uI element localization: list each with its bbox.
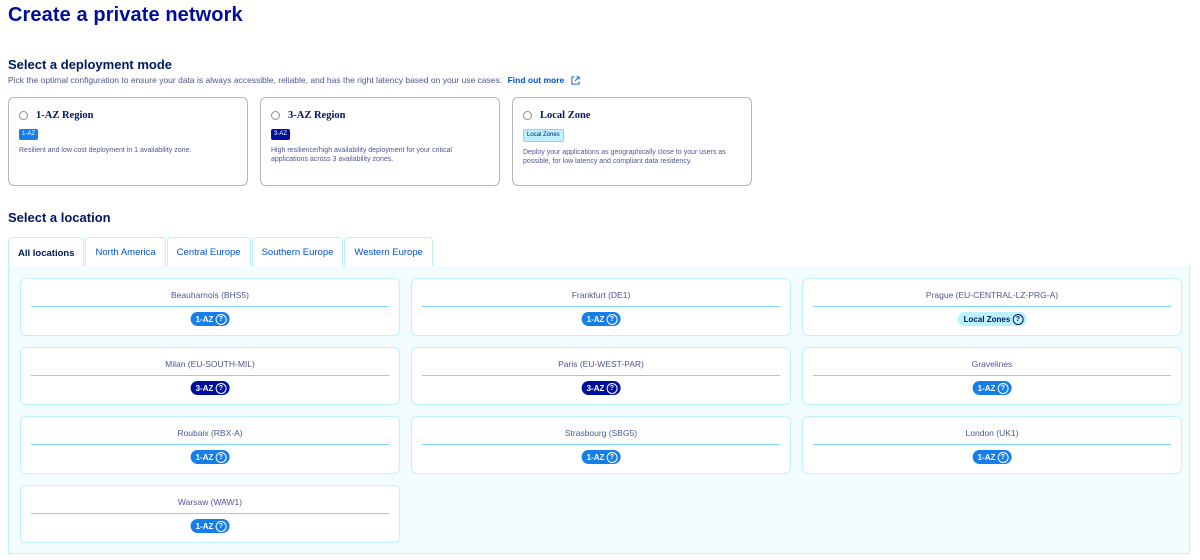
- badge-label: 1-AZ: [586, 452, 605, 462]
- deployment-section-title: Select a deployment mode: [8, 57, 172, 72]
- mode-name: Local Zone: [540, 109, 591, 121]
- tab-central-europe[interactable]: Central Europe: [166, 237, 251, 267]
- find-out-more-link[interactable]: Find out more: [508, 75, 580, 85]
- location-name: Strasbourg (SBG5): [564, 428, 638, 438]
- mode-card-3az[interactable]: 3-AZ Region 3-AZ High resilience/high av…: [260, 97, 500, 186]
- location-card-paris[interactable]: Paris (EU-WEST-PAR) 3-AZ?: [411, 347, 791, 405]
- badge-label: 1-AZ: [195, 314, 214, 324]
- mode-name: 3-AZ Region: [288, 109, 346, 121]
- badge-label: 3-AZ: [586, 383, 605, 393]
- location-name: Warsaw (WAW1): [177, 497, 243, 507]
- divider: [813, 375, 1171, 376]
- page-title: Create a private network: [8, 4, 243, 26]
- mode-card-local-zone[interactable]: Local Zone Local Zones Deploy your appli…: [512, 97, 752, 186]
- location-card-warsaw[interactable]: Warsaw (WAW1) 1-AZ?: [20, 485, 400, 543]
- help-circle-icon[interactable]: ?: [215, 382, 227, 394]
- mode-name: 1-AZ Region: [36, 109, 94, 121]
- badge-label: 3-AZ: [195, 383, 214, 393]
- location-panel: Beauharnois (BHS5) 1-AZ? Frankfurt (DE1)…: [8, 266, 1190, 554]
- location-name: London (UK1): [965, 428, 1019, 438]
- location-badge: 3-AZ?: [190, 381, 230, 395]
- location-card-strasbourg[interactable]: Strasbourg (SBG5) 1-AZ?: [411, 416, 791, 474]
- badge-label: 1-AZ: [977, 383, 996, 393]
- mode-description: Resilient and low cost deployment in 1 a…: [19, 147, 192, 154]
- location-badge: 1-AZ?: [972, 450, 1012, 464]
- mode-card-1az[interactable]: 1-AZ Region 1-AZ Resilient and low cost …: [8, 97, 248, 186]
- badge-label: Local Zones: [963, 314, 1011, 324]
- location-name: Paris (EU-WEST-PAR): [558, 359, 644, 369]
- help-circle-icon[interactable]: ?: [215, 451, 227, 463]
- divider: [31, 306, 389, 307]
- tab-all-locations[interactable]: All locations: [8, 237, 85, 268]
- location-name: Gravelines: [971, 359, 1013, 369]
- mode-radio-3az[interactable]: [271, 110, 280, 120]
- divider: [31, 444, 389, 445]
- divider: [422, 306, 780, 307]
- mode-badge-1az: 1-AZ: [19, 129, 39, 140]
- tab-southern-europe[interactable]: Southern Europe: [251, 237, 344, 267]
- help-circle-icon[interactable]: ?: [997, 451, 1009, 463]
- location-badge: 1-AZ?: [190, 519, 230, 533]
- location-badge: Local Zones?: [957, 312, 1027, 326]
- tab-western-europe[interactable]: Western Europe: [344, 237, 433, 267]
- divider: [422, 375, 780, 376]
- location-name: Roubaix (RBX-A): [177, 428, 243, 438]
- mode-description: High resilience/high availability deploy…: [271, 147, 452, 163]
- location-section-title: Select a location: [8, 210, 111, 225]
- location-tabs: All locations North America Central Euro…: [8, 237, 434, 268]
- location-badge: 1-AZ?: [581, 450, 621, 464]
- location-card-gravelines[interactable]: Gravelines 1-AZ?: [802, 347, 1182, 405]
- deployment-subtitle-text: Pick the optimal configuration to ensure…: [8, 75, 503, 85]
- mode-description: Deploy your applications as geographical…: [523, 149, 726, 165]
- mode-badge-local-zones: Local Zones: [523, 129, 564, 142]
- help-circle-icon[interactable]: ?: [1012, 313, 1024, 325]
- help-circle-icon[interactable]: ?: [606, 313, 618, 325]
- mode-radio-local-zone[interactable]: [523, 110, 532, 120]
- location-card-beauharnois[interactable]: Beauharnois (BHS5) 1-AZ?: [20, 278, 400, 336]
- help-circle-icon[interactable]: ?: [215, 313, 227, 325]
- deployment-subtitle: Pick the optimal configuration to ensure…: [8, 75, 580, 85]
- find-out-more-label: Find out more: [507, 75, 565, 85]
- location-card-frankfurt[interactable]: Frankfurt (DE1) 1-AZ?: [411, 278, 791, 336]
- badge-label: 1-AZ: [195, 452, 214, 462]
- divider: [31, 513, 389, 514]
- badge-label: 1-AZ: [977, 452, 996, 462]
- location-card-london[interactable]: London (UK1) 1-AZ?: [802, 416, 1182, 474]
- help-circle-icon[interactable]: ?: [997, 382, 1009, 394]
- location-badge: 1-AZ?: [190, 312, 230, 326]
- location-card-milan[interactable]: Milan (EU-SOUTH-MIL) 3-AZ?: [20, 347, 400, 405]
- location-card-roubaix[interactable]: Roubaix (RBX-A) 1-AZ?: [20, 416, 400, 474]
- divider: [422, 444, 780, 445]
- divider: [813, 306, 1171, 307]
- help-circle-icon[interactable]: ?: [215, 520, 227, 532]
- mode-badge-3az: 3-AZ: [271, 129, 291, 140]
- location-badge: 1-AZ?: [972, 381, 1012, 395]
- badge-label: 1-AZ: [586, 314, 605, 324]
- badge-label: 1-AZ: [195, 521, 214, 531]
- location-badge: 3-AZ?: [581, 381, 621, 395]
- tab-north-america[interactable]: North America: [85, 237, 166, 267]
- location-name: Milan (EU-SOUTH-MIL): [165, 359, 255, 369]
- location-badge: 1-AZ?: [190, 450, 230, 464]
- external-link-icon: [571, 76, 580, 85]
- mode-radio-1az[interactable]: [19, 110, 28, 120]
- location-name: Beauharnois (BHS5): [171, 290, 249, 300]
- location-card-prague[interactable]: Prague (EU-CENTRAL-LZ-PRG-A) Local Zones…: [802, 278, 1182, 336]
- divider: [813, 444, 1171, 445]
- location-name: Frankfurt (DE1): [571, 290, 631, 300]
- help-circle-icon[interactable]: ?: [606, 382, 618, 394]
- location-name: Prague (EU-CENTRAL-LZ-PRG-A): [925, 290, 1059, 300]
- location-badge: 1-AZ?: [581, 312, 621, 326]
- help-circle-icon[interactable]: ?: [606, 451, 618, 463]
- divider: [31, 375, 389, 376]
